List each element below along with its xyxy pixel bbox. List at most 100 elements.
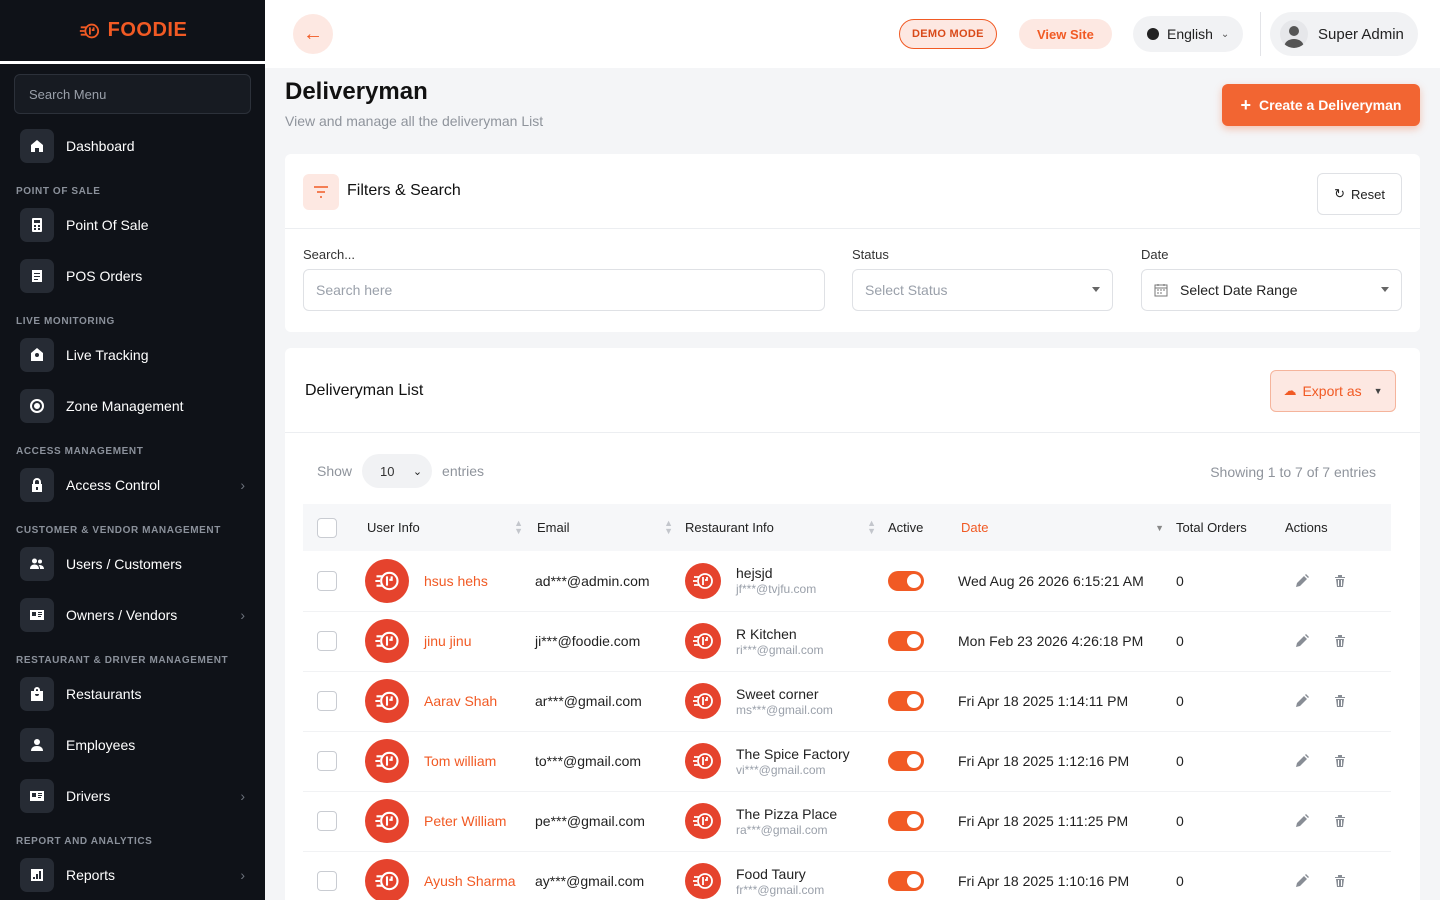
- table-row[interactable]: hsus hehs ad***@admin.com hejsjd jf***@t…: [303, 551, 1391, 611]
- sidebar-item-pos-orders[interactable]: POS Orders: [0, 250, 265, 301]
- foodie-logo-icon: [693, 572, 713, 589]
- table-row[interactable]: Aarav Shah ar***@gmail.com Sweet corner …: [303, 671, 1391, 731]
- table-row[interactable]: jinu jinu ji***@foodie.com R Kitchen ri*…: [303, 611, 1391, 671]
- sidebar-search[interactable]: [14, 74, 251, 114]
- trash-icon[interactable]: [1333, 574, 1347, 588]
- chevron-down-icon: ⌄: [412, 465, 423, 478]
- actions-cell: [1285, 791, 1391, 851]
- search-input[interactable]: [316, 282, 812, 298]
- table-row[interactable]: Peter William pe***@gmail.com The Pizza …: [303, 791, 1391, 851]
- actions-cell: [1285, 671, 1391, 731]
- sidebar-section-pos: POINT OF SALE: [16, 186, 101, 197]
- email-cell: pe***@gmail.com: [535, 813, 645, 829]
- col-email[interactable]: Email ▲ ▼: [535, 504, 685, 551]
- active-toggle[interactable]: [888, 691, 924, 711]
- row-checkbox[interactable]: [317, 570, 337, 591]
- table-row[interactable]: Ayush Sharma ay***@gmail.com Food Taury …: [303, 851, 1391, 900]
- active-toggle[interactable]: [888, 811, 924, 831]
- user-name-link[interactable]: Peter William: [424, 813, 506, 829]
- lock-icon: [20, 467, 54, 502]
- col-restaurant-info[interactable]: Restaurant Info ▲ ▼: [685, 504, 888, 551]
- actions-cell: [1285, 851, 1391, 900]
- active-toggle[interactable]: [888, 871, 924, 891]
- col-date[interactable]: Date ▼: [958, 504, 1176, 551]
- sidebar-item-restaurants[interactable]: Restaurants: [0, 668, 265, 719]
- brand-logo[interactable]: FOODIE: [0, 0, 265, 64]
- search-field[interactable]: [303, 269, 825, 311]
- row-checkbox[interactable]: [317, 811, 337, 831]
- user-name: Super Admin: [1318, 25, 1404, 43]
- view-site-button[interactable]: View Site: [1019, 19, 1112, 49]
- trash-icon[interactable]: [1333, 754, 1347, 768]
- active-toggle[interactable]: [888, 631, 924, 651]
- reset-button[interactable]: ↻ Reset: [1317, 173, 1402, 215]
- user-name-link[interactable]: jinu jinu: [424, 633, 471, 649]
- page-title: Deliveryman: [285, 78, 428, 105]
- active-toggle[interactable]: [888, 751, 924, 771]
- date-range-select[interactable]: Select Date Range: [1141, 269, 1402, 311]
- col-user-info[interactable]: User Info ▲ ▼: [349, 504, 535, 551]
- create-deliveryman-button[interactable]: + Create a Deliveryman: [1222, 84, 1420, 126]
- trash-icon[interactable]: [1333, 874, 1347, 888]
- sidebar-search-input[interactable]: [29, 86, 236, 102]
- trash-icon[interactable]: [1333, 634, 1347, 648]
- demo-mode-button[interactable]: DEMO MODE: [899, 19, 997, 49]
- users-icon: [20, 546, 54, 581]
- user-name-link[interactable]: Aarav Shah: [424, 693, 497, 709]
- status-select[interactable]: Select Status: [852, 269, 1113, 311]
- user-name-link[interactable]: hsus hehs: [424, 573, 488, 589]
- sidebar-item-drivers[interactable]: Drivers ›: [0, 770, 265, 821]
- total-orders-cell: 0: [1176, 693, 1184, 709]
- sidebar-item-reports[interactable]: Reports ›: [0, 849, 265, 900]
- trash-icon[interactable]: [1333, 814, 1347, 828]
- sidebar-section-restaurant: RESTAURANT & DRIVER MANAGEMENT: [16, 655, 229, 666]
- foodie-logo-icon: [375, 571, 399, 590]
- user-menu[interactable]: Super Admin: [1270, 12, 1418, 56]
- sidebar-item-users-customers[interactable]: Users / Customers: [0, 538, 265, 589]
- select-all-checkbox[interactable]: [317, 517, 337, 538]
- sidebar-item-label: POS Orders: [66, 267, 143, 284]
- user-avatar: [365, 799, 409, 843]
- export-button[interactable]: ☁ Export as ▼: [1270, 370, 1396, 412]
- row-checkbox[interactable]: [317, 631, 337, 651]
- sidebar-item-employees[interactable]: Employees: [0, 719, 265, 770]
- export-label: Export as: [1302, 383, 1362, 399]
- back-button[interactable]: ←: [293, 14, 333, 54]
- user-info-cell: Aarav Shah: [349, 671, 535, 731]
- edit-pencil-icon[interactable]: [1295, 573, 1309, 588]
- edit-pencil-icon[interactable]: [1295, 814, 1309, 828]
- row-checkbox[interactable]: [317, 691, 337, 711]
- sidebar-item-access-control[interactable]: Access Control ›: [0, 459, 265, 510]
- edit-pencil-icon[interactable]: [1295, 874, 1309, 888]
- location-home-icon: [20, 337, 54, 372]
- sidebar-item-live-tracking[interactable]: Live Tracking: [0, 329, 265, 380]
- restaurant-name: hejsjd: [736, 565, 773, 582]
- row-checkbox[interactable]: [317, 871, 337, 891]
- active-cell: [888, 671, 958, 731]
- restaurant-email: fr***@gmail.com: [736, 882, 825, 897]
- language-selector[interactable]: English ⌄: [1133, 16, 1244, 52]
- edit-pencil-icon[interactable]: [1295, 634, 1309, 648]
- row-select-cell: [303, 551, 349, 611]
- sidebar-item-owners-vendors[interactable]: Owners / Vendors ›: [0, 589, 265, 640]
- sidebar-item-dashboard[interactable]: Dashboard: [0, 120, 265, 171]
- user-name-link[interactable]: Tom william: [424, 753, 496, 769]
- table-header-row: User Info ▲ ▼ Email ▲ ▼ Restaurant Info ▲ ▼ Ac…: [303, 504, 1391, 551]
- edit-pencil-icon[interactable]: [1295, 694, 1309, 708]
- active-toggle[interactable]: [888, 570, 924, 591]
- trash-icon[interactable]: [1333, 694, 1347, 708]
- user-name-link[interactable]: Ayush Sharma: [424, 873, 516, 889]
- row-checkbox[interactable]: [317, 751, 337, 771]
- user-avatar: [365, 859, 409, 900]
- chevron-right-icon: ›: [240, 606, 245, 623]
- email-cell: ad***@admin.com: [535, 572, 650, 589]
- entries-select[interactable]: 10 ⌄: [362, 454, 433, 488]
- sidebar-item-point-of-sale[interactable]: Point Of Sale: [0, 199, 265, 250]
- sidebar-item-zone-management[interactable]: Zone Management: [0, 380, 265, 431]
- email-cell: ay***@gmail.com: [535, 873, 645, 889]
- sort-icon: ▲ ▼: [664, 518, 673, 536]
- restaurant-email: jf***@tvjfu.com: [736, 582, 817, 597]
- user-avatar: [365, 679, 409, 723]
- table-row[interactable]: Tom william to***@gmail.com The Spice Fa…: [303, 731, 1391, 791]
- edit-pencil-icon[interactable]: [1295, 754, 1309, 768]
